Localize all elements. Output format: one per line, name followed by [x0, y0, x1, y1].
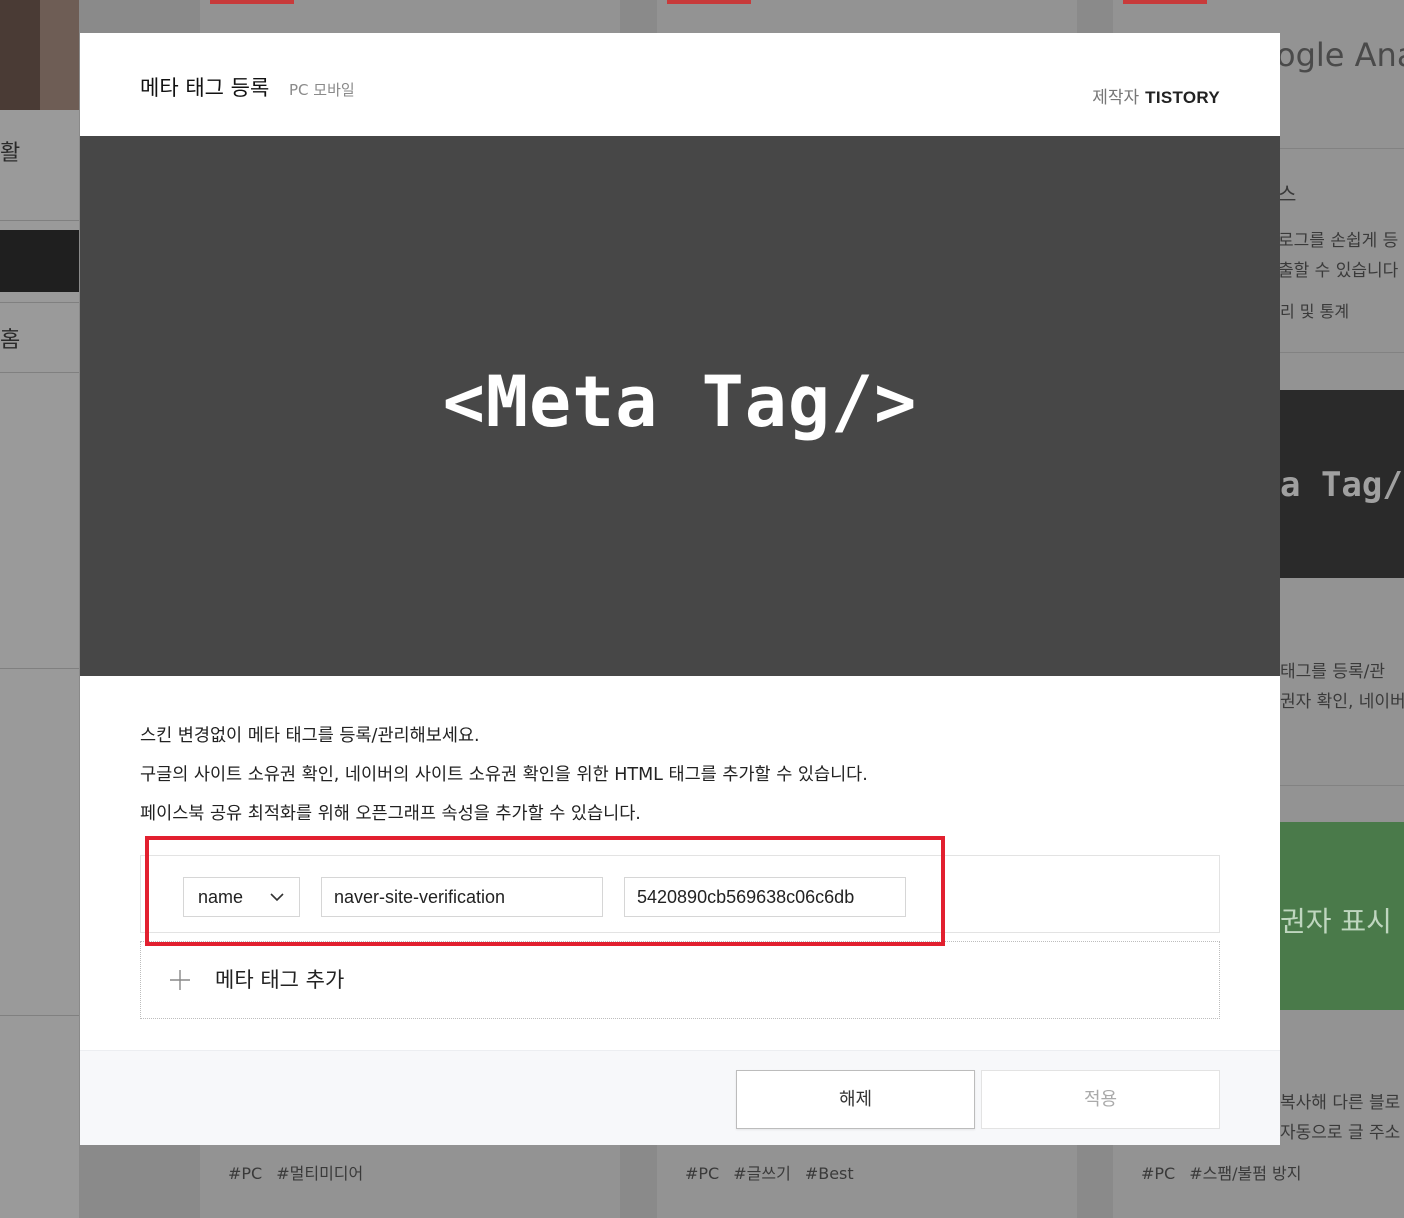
bg-red-tab: [210, 0, 294, 4]
bg-tag: #멀티미디어: [276, 1164, 364, 1183]
attribute-select[interactable]: name: [183, 877, 300, 917]
chevron-down-icon: [270, 893, 284, 902]
bg-divider: [0, 372, 79, 373]
add-meta-tag-label: 메타 태그 추가: [215, 968, 345, 992]
meta-name-input[interactable]: naver-site-verification: [321, 877, 603, 917]
bg-copyright-thumb: 권자 표시: [1280, 822, 1404, 1010]
bg-tags: #PC #스팸/불펌 방지: [1141, 1160, 1315, 1184]
preview-text: <Meta Tag/>: [442, 361, 918, 443]
description-line: 스킨 변경없이 메타 태그를 등록/관리해보세요.: [140, 726, 480, 746]
bg-tag: #Best: [804, 1164, 854, 1183]
bg-meta-tag-thumb-text: a Tag/: [1280, 465, 1403, 505]
bg-tag: #글쓰기: [733, 1164, 791, 1183]
bg-divider: [0, 668, 79, 669]
description-line: 구글의 사이트 소유권 확인, 네이버의 사이트 소유권 확인을 위한 HTML…: [140, 765, 868, 785]
plugin-preview-image: <Meta Tag/>: [80, 136, 1280, 676]
add-meta-tag-button[interactable]: 메타 태그 추가: [140, 941, 1220, 1019]
bg-sidebar-active: [0, 230, 79, 292]
bg-tag: #PC: [685, 1164, 720, 1183]
bg-tag: #PC: [1141, 1164, 1176, 1183]
release-button[interactable]: 해제: [736, 1070, 975, 1129]
bg-red-tab: [667, 0, 751, 4]
bg-divider: [1280, 785, 1404, 786]
bg-right-text: 로그를 손쉽게 등: [1278, 231, 1399, 251]
meta-content-input[interactable]: 5420890cb569638c06c6db: [624, 877, 906, 917]
bg-right-text: 복사해 다른 블로: [1280, 1093, 1401, 1113]
modal-title: 메타 태그 등록: [140, 76, 270, 100]
meta-tag-row: name naver-site-verification 5420890cb56…: [140, 855, 1220, 933]
bg-avatar: [0, 0, 79, 110]
maker-info: 제작자 TISTORY: [1092, 83, 1220, 108]
maker-label: 제작자: [1092, 88, 1140, 108]
bg-tag: #스팸/불펌 방지: [1189, 1164, 1302, 1183]
bg-divider: [0, 1015, 79, 1016]
platform-label: PC 모바일: [289, 81, 355, 99]
bg-divider: [1280, 148, 1404, 149]
bg-right-text: 자동으로 글 주소: [1280, 1123, 1401, 1143]
bg-right-text: 스: [1278, 182, 1297, 206]
plus-icon: [170, 970, 190, 990]
bg-red-tab: [1123, 0, 1207, 4]
bg-copyright-thumb-text: 권자 표시: [1280, 905, 1392, 938]
modal-footer: 해제 적용: [80, 1050, 1280, 1145]
bg-right-text: ogle Anal: [1276, 36, 1404, 74]
bg-tags: #PC #멀티미디어: [228, 1160, 377, 1184]
bg-sidebar: [0, 0, 79, 1218]
bg-right-text: 태그를 등록/관: [1280, 662, 1385, 682]
apply-button[interactable]: 적용: [981, 1070, 1220, 1129]
maker-value: TISTORY: [1145, 88, 1220, 107]
bg-right-card: [1280, 0, 1404, 1218]
bg-right-text: 출할 수 있습니다: [1278, 261, 1399, 281]
bg-divider: [1280, 352, 1404, 353]
attribute-select-value: name: [198, 887, 244, 907]
bg-right-text: 권자 확인, 네이버의: [1280, 692, 1404, 712]
bg-right-text: 리 및 통계: [1280, 302, 1350, 321]
bg-tags: #PC #글쓰기 #Best: [685, 1160, 868, 1184]
modal-header: 메타 태그 등록 PC 모바일 제작자 TISTORY: [80, 33, 1280, 136]
bg-sidebar-text: 홈: [0, 328, 21, 353]
bg-divider: [0, 220, 79, 221]
description-line: 페이스북 공유 최적화를 위해 오픈그래프 속성을 추가할 수 있습니다.: [140, 804, 641, 824]
bg-divider: [0, 302, 79, 303]
bg-sidebar-text: 활: [0, 141, 21, 166]
bg-meta-tag-thumb: a Tag/: [1280, 390, 1404, 578]
plugin-description: 스킨 변경없이 메타 태그를 등록/관리해보세요. 구글의 사이트 소유권 확인…: [140, 717, 1220, 834]
meta-tag-modal: 메타 태그 등록 PC 모바일 제작자 TISTORY <Meta Tag/> 스…: [80, 33, 1280, 1145]
bg-tag: #PC: [228, 1164, 263, 1183]
